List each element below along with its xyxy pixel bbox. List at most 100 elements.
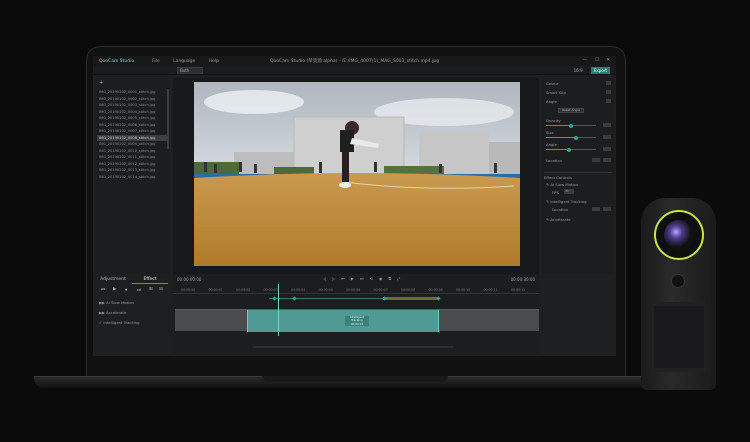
effect-clip-label: Intelligent Tracking 00:00:03 [345, 315, 369, 326]
rewind-icon[interactable]: ⏮ [101, 287, 105, 293]
clip-label-line: 00:00:03 [350, 321, 364, 326]
minimize-icon[interactable]: — [583, 58, 588, 63]
skip-back-icon[interactable]: ⏮ [341, 276, 345, 281]
angle-value-box[interactable] [603, 147, 611, 151]
location-y-box[interactable] [603, 158, 611, 162]
opacity-slider[interactable] [546, 123, 596, 128]
end-time: 00:00:30:00 [510, 277, 535, 282]
speed-segment[interactable] [383, 297, 439, 300]
ruler-tick-label: 00:00:08 [401, 288, 416, 292]
track-accelerate[interactable]: ▶▶ Accelerate [99, 310, 126, 315]
ruler-tick-label: 00:00:01 [208, 288, 223, 292]
camera-shutter-button [671, 274, 685, 288]
timeline-ruler[interactable]: 00:00:00 00:00:01 00:00:02 00:00:03 00:00:04… [173, 286, 539, 294]
copy-icon[interactable]: ⧉ [388, 276, 391, 281]
angle-label: Angle [546, 142, 557, 147]
selected-effect-clip[interactable] [247, 310, 439, 332]
camera-lens [664, 220, 694, 250]
camera-screen-display [654, 306, 704, 368]
angle-slider[interactable] [546, 147, 596, 152]
playhead[interactable] [278, 284, 279, 336]
next-frame-icon[interactable]: ▷ [332, 276, 335, 281]
colour-toggle[interactable] [606, 81, 611, 85]
fps-label: FPS [552, 190, 559, 195]
smart-clip-toggle[interactable] [606, 90, 611, 94]
fps-select[interactable]: 30 [564, 189, 574, 194]
add-file-button[interactable]: + [99, 80, 107, 86]
fx-accelerate[interactable]: ✎ Accelerate [546, 217, 571, 222]
play-icon[interactable]: ▶ [113, 287, 116, 292]
ruler-tick-label: 00:00:04 [291, 288, 306, 292]
close-icon[interactable]: ✕ [606, 58, 610, 63]
prev-frame-icon[interactable]: ◁ [323, 276, 326, 281]
file-list-item[interactable]: IMG_20190102_0014_stitch.jpg [97, 174, 167, 181]
keyframe[interactable] [436, 296, 441, 301]
keyframe[interactable] [272, 296, 277, 301]
bottom-tabs: Adjustment Effect [95, 276, 169, 284]
add-track-icon[interactable]: ⊞ [149, 287, 153, 292]
reset-angle-button[interactable]: Reset Angle [558, 108, 584, 113]
size-slider[interactable] [546, 135, 596, 140]
app-screen: QooCam Studio File Language Help QooCam … [93, 56, 616, 356]
opacity-label: Opacity [546, 118, 561, 123]
fullscreen-icon[interactable]: ⤢ [397, 276, 400, 281]
angle-toggle[interactable] [606, 99, 611, 103]
size-value-box[interactable] [603, 135, 611, 139]
ruler-tick-label: 00:00:03 [263, 288, 278, 292]
ruler-tick-label: 00:00:02 [236, 288, 251, 292]
laptop-base-notch [262, 376, 448, 382]
title-bar: QooCam Studio File Language Help QooCam … [93, 56, 616, 66]
file-list-panel: + IMG_20190102_0001_stitch.jpg IMG_201901… [95, 78, 169, 274]
menu-language[interactable]: Language [173, 59, 195, 64]
skip-forward-icon[interactable]: ⏭ [360, 276, 364, 281]
aspect-ratio-button[interactable]: 16:9 [571, 67, 586, 74]
playback-mini-controls: ⏮ ▶ ⏺ ⏭ ⊞ ⊟ [95, 286, 169, 294]
ruler-tick-label: 00:00:05 [318, 288, 333, 292]
mode-select[interactable]: Both [177, 67, 203, 74]
keyframe[interactable] [292, 296, 297, 301]
angle-section[interactable]: Angle [546, 99, 557, 104]
menu-help[interactable]: Help [209, 59, 219, 64]
play-icon[interactable]: ▶ [351, 276, 354, 281]
opacity-value-box[interactable] [603, 123, 611, 127]
track-slow-motion[interactable]: ▶▶ AI Slow Motion [99, 300, 134, 305]
ruler-tick-label: 00:00:07 [373, 288, 388, 292]
keyframe-row [173, 296, 539, 302]
video-preview[interactable] [194, 82, 520, 266]
track-intelligent-tracking[interactable]: ✓ Intelligent Tracking [99, 320, 140, 325]
transport-controls: ◁ ▷ ⏮ ▶ ⏭ ⟲ ◉ ⧉ ⤢ [323, 276, 406, 281]
location-x-box[interactable] [592, 158, 600, 162]
preview-panel [173, 78, 539, 274]
tab-adjustment[interactable]: Adjustment [95, 276, 131, 284]
timeline-scrollbar[interactable] [253, 346, 453, 348]
tracking-y-box[interactable] [603, 207, 611, 211]
forward-icon[interactable]: ⏭ [137, 287, 141, 293]
tab-effect[interactable]: Effect [132, 276, 168, 284]
ruler-tick-label: 00:00:09 [428, 288, 443, 292]
file-list: IMG_20190102_0001_stitch.jpg IMG_20190102… [97, 89, 167, 180]
toolbar-right: 16:9 Export [567, 67, 610, 74]
location-label: Location [546, 158, 563, 163]
fx-slow-motion[interactable]: ✎ AI Slow Motion [546, 182, 578, 187]
file-list-scrollbar[interactable] [167, 89, 169, 149]
camera-screen [652, 302, 706, 372]
window-controls: — ☐ ✕ [577, 58, 610, 63]
ruler-tick-label: 00:00:06 [346, 288, 361, 292]
snapshot-icon[interactable]: ◉ [379, 276, 383, 281]
loop-icon[interactable]: ⟲ [369, 276, 372, 281]
properties-panel: Colour Smart Clip Angle Reset Angle Opac… [542, 78, 614, 274]
export-button[interactable]: Export [590, 67, 610, 74]
tracking-x-box[interactable] [592, 207, 600, 211]
fx-intelligent-tracking[interactable]: ✎ Intelligent Tracking [546, 199, 587, 204]
smart-clip-section[interactable]: Smart Clip [546, 90, 566, 95]
maximize-icon[interactable]: ☐ [595, 58, 599, 63]
ruler-tick-label: 00:00:11 [483, 288, 498, 292]
colour-section[interactable]: Colour [546, 81, 558, 86]
menu-file[interactable]: File [152, 59, 160, 64]
timeline-toolbar: 00:00:00:00 ◁ ▷ ⏮ ▶ ⏭ ⟲ ◉ ⧉ ⤢ 00:00:30:00 [173, 274, 539, 284]
remove-track-icon[interactable]: ⊟ [159, 287, 163, 292]
record-icon[interactable]: ⏺ [125, 287, 127, 293]
timeline-panel: 00:00:00:00 ◁ ▷ ⏮ ▶ ⏭ ⟲ ◉ ⧉ ⤢ 00:00:30:00 00:00:… [173, 274, 539, 354]
video-clip-track[interactable]: Intelligent Tracking 00:00:03 [175, 309, 539, 332]
tracking-location-label: Location [552, 207, 569, 212]
